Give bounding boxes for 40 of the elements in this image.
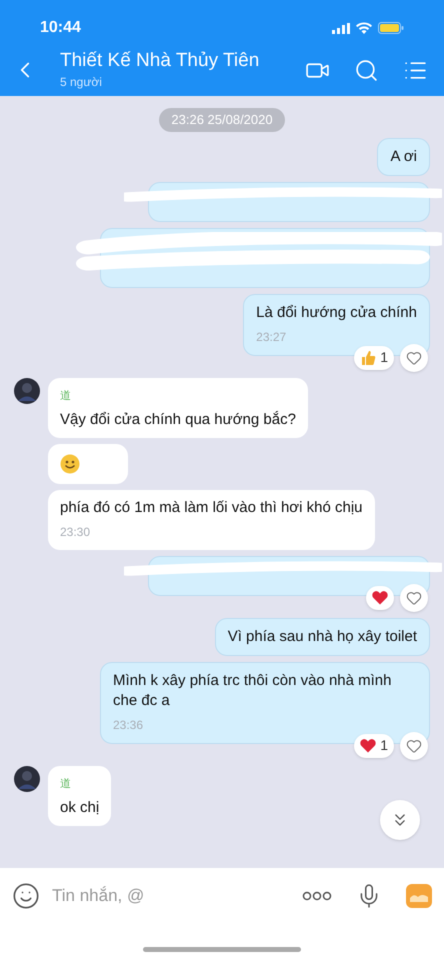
heart-icon [372, 590, 388, 605]
reaction-badge[interactable]: 1 [354, 734, 394, 758]
scroll-down-button[interactable] [380, 800, 420, 840]
message-time: 23:27 [256, 328, 288, 346]
message-bubble[interactable]: 道 Vậy đổi cửa chính qua hướng bắc? [48, 378, 308, 438]
search-icon [354, 58, 379, 82]
battery-icon [378, 22, 404, 34]
heart-icon [360, 738, 376, 753]
sender-name: 道 [60, 388, 72, 404]
message-text: ok chị [60, 798, 100, 818]
status-time: 10:44 [40, 18, 81, 38]
message-text: Mình k xây phía trc thôi còn vào nhà mình che đc a [113, 670, 392, 710]
signal-icon [332, 22, 350, 34]
photo-button[interactable] [406, 884, 432, 908]
more-icon[interactable] [302, 891, 332, 901]
heart-outline-icon [406, 590, 422, 606]
heart-outline-icon [406, 350, 422, 366]
wifi-icon [356, 22, 372, 34]
reaction-badge[interactable]: 1 [354, 346, 394, 370]
member-count: 5 người [60, 74, 103, 91]
message-text: Là đổi hướng cửa chính [256, 302, 417, 322]
message-bubble[interactable]: phía đó có 1m mà làm lối vào thì hơi khó chịu 23:30 [48, 490, 374, 550]
chat-title: Thiết Kế Nhà Thủy Tiên [60, 49, 260, 73]
avatar[interactable] [14, 766, 40, 792]
message-text: A ơi [390, 146, 417, 166]
message-text: Vậy đổi cửa chính qua hướng bắc? [60, 410, 296, 430]
search-button[interactable] [354, 58, 379, 82]
sender-name: 道 [60, 776, 72, 792]
message-input[interactable]: Tin nhắn, @ [52, 883, 290, 909]
avatar[interactable] [14, 378, 40, 404]
smiley-icon [60, 454, 80, 474]
message-time: 23:30 [60, 524, 92, 540]
message-bubble[interactable]: 道 ok chị [48, 766, 112, 826]
message-bubble[interactable]: Vì phía sau nhà họ xây toilet [214, 618, 430, 656]
thumbs-up-icon [360, 350, 376, 366]
message-bubble[interactable]: A ơi [377, 138, 430, 176]
heart-outline-icon [406, 738, 422, 754]
message-text: Vì phía sau nhà họ xây toilet [228, 626, 417, 646]
message-text: phía đó có 1m mà làm lối vào thì hơi khó chịu [60, 498, 362, 518]
message-time: 23:36 [113, 716, 144, 734]
